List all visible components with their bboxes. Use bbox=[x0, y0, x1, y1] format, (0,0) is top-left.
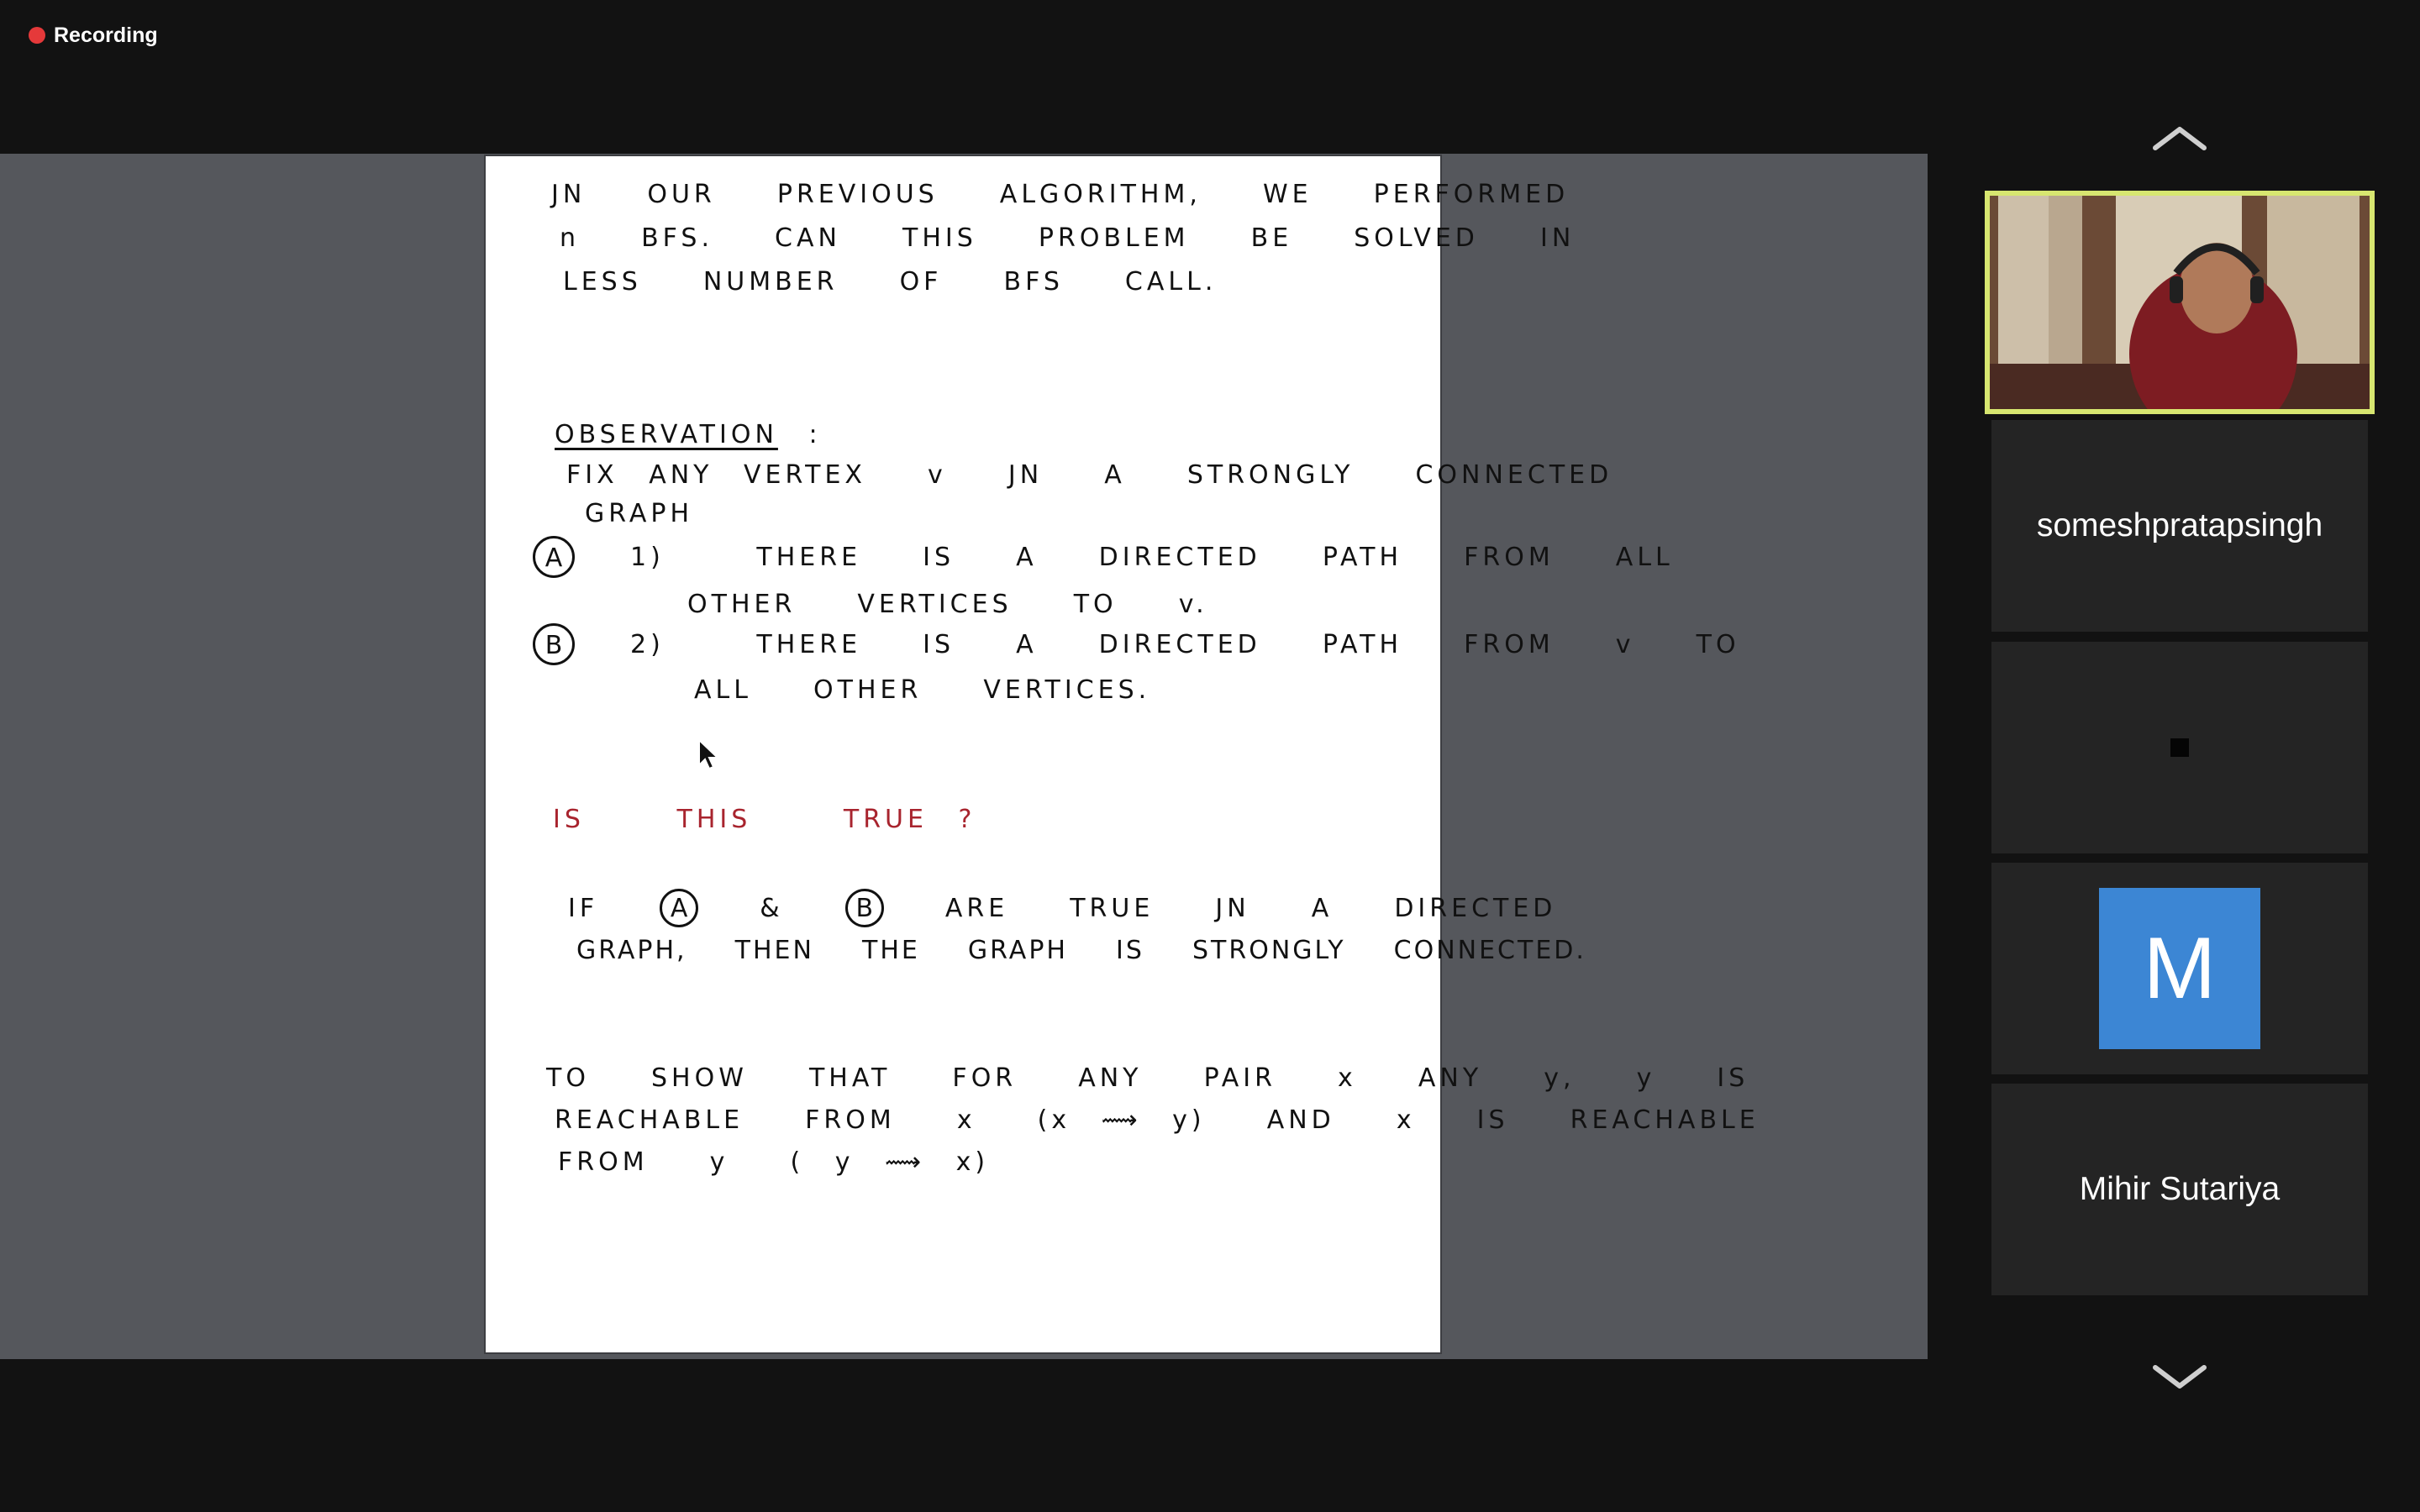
item-b-line-1: 2) THERE IS A DIRECTED PATH FROM v TO bbox=[630, 630, 1740, 659]
if-and: & bbox=[760, 894, 784, 923]
observation-colon: : bbox=[808, 420, 822, 449]
observation-title: OBSERVATION bbox=[555, 420, 778, 449]
show-line-1: TO SHOW THAT FOR ANY PAIR x ANY y, y IS bbox=[546, 1063, 1749, 1093]
note-line-1: ЈN OUR PREVIOUS ALGORITHM, WE PERFORMED bbox=[551, 180, 1570, 209]
participant-tile-mihir-sutariya[interactable]: Mihir Sutariya bbox=[1991, 1084, 2368, 1295]
circle-b-label: B bbox=[533, 623, 575, 668]
if-rest: ARE TRUE ЈN A DIRECTED bbox=[944, 894, 1557, 923]
if-circle-a: A bbox=[660, 889, 699, 927]
show-line-3: FROM y ( y ⟿ x) bbox=[558, 1147, 990, 1177]
participant-tile-blank[interactable] bbox=[1991, 642, 2368, 853]
graph-line: GRAPH, THEN THE GRAPH IS STRONGLY CONNEC… bbox=[576, 936, 1586, 965]
show-line-2: REACHABLE FROM x (x ⟿ y) AND x IS REACHA… bbox=[555, 1105, 1760, 1135]
participant-name: Mihir Sutariya bbox=[2079, 1171, 2281, 1207]
circle-b: B bbox=[533, 623, 575, 665]
item-a-line-2: OTHER VERTICES TO v. bbox=[687, 590, 1208, 619]
recording-label: Recording bbox=[54, 23, 158, 47]
question-line: IS THIS TRUE ? bbox=[553, 805, 976, 834]
fix-line-1: FIX ANY VERTEX v ЈN A STRONGLY CONNECTED bbox=[566, 460, 1613, 490]
participant-tile-m[interactable]: M bbox=[1991, 863, 2368, 1074]
webcam-feed bbox=[1990, 196, 2370, 409]
fix-line-2: GRAPH bbox=[585, 499, 694, 528]
participant-name: someshpratapsingh bbox=[2036, 507, 2323, 543]
scroll-down-chevron-icon[interactable] bbox=[2150, 1361, 2209, 1391]
mouse-pointer-icon bbox=[698, 738, 720, 770]
stop-square-icon bbox=[2170, 738, 2189, 757]
participant-video-active[interactable] bbox=[1985, 191, 2375, 414]
shared-notes-page: ЈN OUR PREVIOUS ALGORITHM, WE PERFORMED … bbox=[486, 156, 1755, 1352]
if-prefix: IF bbox=[568, 894, 599, 923]
scroll-up-chevron-icon[interactable] bbox=[2150, 123, 2209, 153]
screen-share-area: ЈN OUR PREVIOUS ALGORITHM, WE PERFORMED … bbox=[0, 154, 1928, 1359]
recording-indicator: Recording bbox=[29, 22, 158, 49]
avatar-initial: M bbox=[2143, 919, 2217, 1017]
note-line-3: LESS NUMBER OF BFS CALL. bbox=[563, 267, 1218, 297]
if-circle-b: B bbox=[844, 889, 884, 927]
observation-heading: OBSERVATION : bbox=[555, 413, 822, 457]
item-a-line-1: 1) THERE IS A DIRECTED PATH FROM ALL bbox=[630, 543, 1674, 572]
record-dot-icon bbox=[29, 27, 45, 44]
circle-a-label: A bbox=[533, 536, 575, 580]
note-line-2: n BFS. CAN THIS PROBLEM BE SOLVED IN bbox=[560, 223, 1576, 253]
participant-avatar: M bbox=[2099, 888, 2260, 1049]
if-line: IF A & B ARE TRUE ЈN A DIRECTED bbox=[568, 887, 1556, 931]
item-b-line-2: ALL OTHER VERTICES. bbox=[694, 675, 1151, 705]
participant-tile-someshpratapsingh[interactable]: someshpratapsingh bbox=[1991, 420, 2368, 632]
circle-a: A bbox=[533, 536, 575, 578]
